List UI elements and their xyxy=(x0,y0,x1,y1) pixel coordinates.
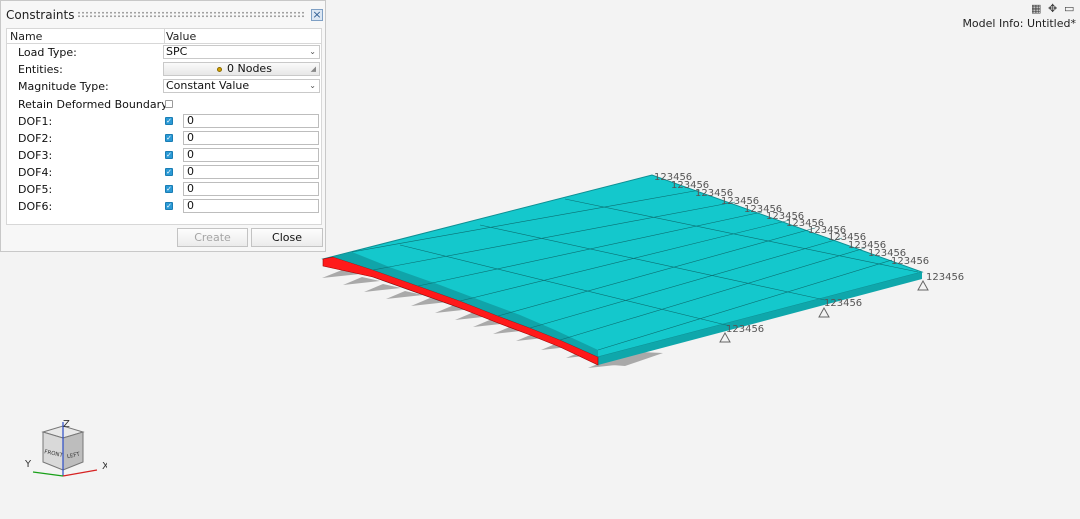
entities-selector-button[interactable]: 0 Nodes ◢ xyxy=(163,62,320,76)
dof-label: DOF2: xyxy=(18,132,53,145)
dof-row: DOF5: ✓ 0 xyxy=(7,181,321,198)
retain-deformed-checkbox[interactable] xyxy=(165,100,173,108)
expand-corner-icon: ◢ xyxy=(310,65,316,73)
dof-row: DOF3: ✓ 0 xyxy=(7,147,321,164)
dof2-value-input[interactable]: 0 xyxy=(183,131,319,145)
dof1-checkbox[interactable]: ✓ xyxy=(165,117,173,125)
load-type-label: Load Type: xyxy=(18,46,77,59)
dof-row: DOF2: ✓ 0 xyxy=(7,130,321,147)
dof5-checkbox[interactable]: ✓ xyxy=(165,185,173,193)
column-header-value: Value xyxy=(166,30,197,43)
entities-value: 0 Nodes xyxy=(227,62,272,75)
load-type-value: SPC xyxy=(166,45,188,58)
view-cube[interactable]: FRONT LEFT Z X Y xyxy=(24,418,109,484)
panel-title: Constraints xyxy=(6,8,75,22)
chevron-down-icon: ⌄ xyxy=(309,47,316,56)
dof6-value-input[interactable]: 0 xyxy=(183,199,319,213)
plate-top-surface[interactable] xyxy=(321,174,924,358)
dof4-value-input[interactable]: 0 xyxy=(183,165,319,179)
retain-deformed-label: Retain Deformed Boundary: xyxy=(18,98,171,111)
dof-label: DOF1: xyxy=(18,115,53,128)
dof-label: 123456 xyxy=(891,256,929,267)
window-icon[interactable]: ▭ xyxy=(1064,3,1074,15)
axis-x-label: X xyxy=(102,461,107,472)
dof3-checkbox[interactable]: ✓ xyxy=(165,151,173,159)
table-header: Name Value xyxy=(7,29,321,44)
dof-label: DOF6: xyxy=(18,200,53,213)
entities-label: Entities: xyxy=(18,63,63,76)
drag-grip-icon[interactable] xyxy=(77,11,305,18)
grid-icon[interactable]: ▦ xyxy=(1031,3,1041,15)
create-button[interactable]: Create xyxy=(177,228,248,247)
dof-label: 123456 xyxy=(824,298,862,309)
node-icon xyxy=(217,67,222,72)
dof-row: DOF6: ✓ 0 xyxy=(7,198,321,215)
dof-row: DOF1: ✓ 0 xyxy=(7,113,321,130)
dof6-checkbox[interactable]: ✓ xyxy=(165,202,173,210)
load-type-row: Load Type: SPC ⌄ xyxy=(7,44,321,61)
axis-z-label: Z xyxy=(63,419,70,430)
close-icon[interactable]: × xyxy=(311,9,323,21)
magnitude-type-select[interactable]: Constant Value ⌄ xyxy=(163,79,320,93)
dof1-value-input[interactable]: 0 xyxy=(183,114,319,128)
properties-table: Name Value Load Type: SPC ⌄ Entities: 0 … xyxy=(6,28,322,225)
axis-y-label: Y xyxy=(25,459,32,470)
dof3-value-input[interactable]: 0 xyxy=(183,148,319,162)
chevron-down-icon: ⌄ xyxy=(309,81,316,90)
retain-deformed-row: Retain Deformed Boundary: xyxy=(7,96,321,113)
dof2-checkbox[interactable]: ✓ xyxy=(165,134,173,142)
dof-label: DOF3: xyxy=(18,149,53,162)
dof5-value-input[interactable]: 0 xyxy=(183,182,319,196)
magnitude-type-value: Constant Value xyxy=(166,79,250,92)
constraints-panel: Constraints × Name Value Load Type: SPC … xyxy=(0,0,326,252)
dof-label: 123456 xyxy=(726,324,764,335)
magnitude-type-label: Magnitude Type: xyxy=(18,80,109,93)
dof4-checkbox[interactable]: ✓ xyxy=(165,168,173,176)
close-button[interactable]: Close xyxy=(251,228,323,247)
dof-label: 123456 xyxy=(926,272,964,283)
model-info-label: Model Info: Untitled* xyxy=(962,17,1076,30)
column-header-name: Name xyxy=(10,30,43,43)
view-toolbar: ▦ ✥ ▭ xyxy=(1031,3,1079,15)
load-type-select[interactable]: SPC ⌄ xyxy=(163,45,320,59)
column-divider[interactable] xyxy=(164,29,165,43)
entities-row: Entities: 0 Nodes ◢ xyxy=(7,61,321,78)
dof-label: DOF4: xyxy=(18,166,53,179)
dof-label: DOF5: xyxy=(18,183,53,196)
magnitude-type-row: Magnitude Type: Constant Value ⌄ xyxy=(7,78,321,95)
move-icon[interactable]: ✥ xyxy=(1048,3,1057,15)
dof-row: DOF4: ✓ 0 xyxy=(7,164,321,181)
panel-titlebar[interactable]: Constraints × xyxy=(1,1,325,23)
